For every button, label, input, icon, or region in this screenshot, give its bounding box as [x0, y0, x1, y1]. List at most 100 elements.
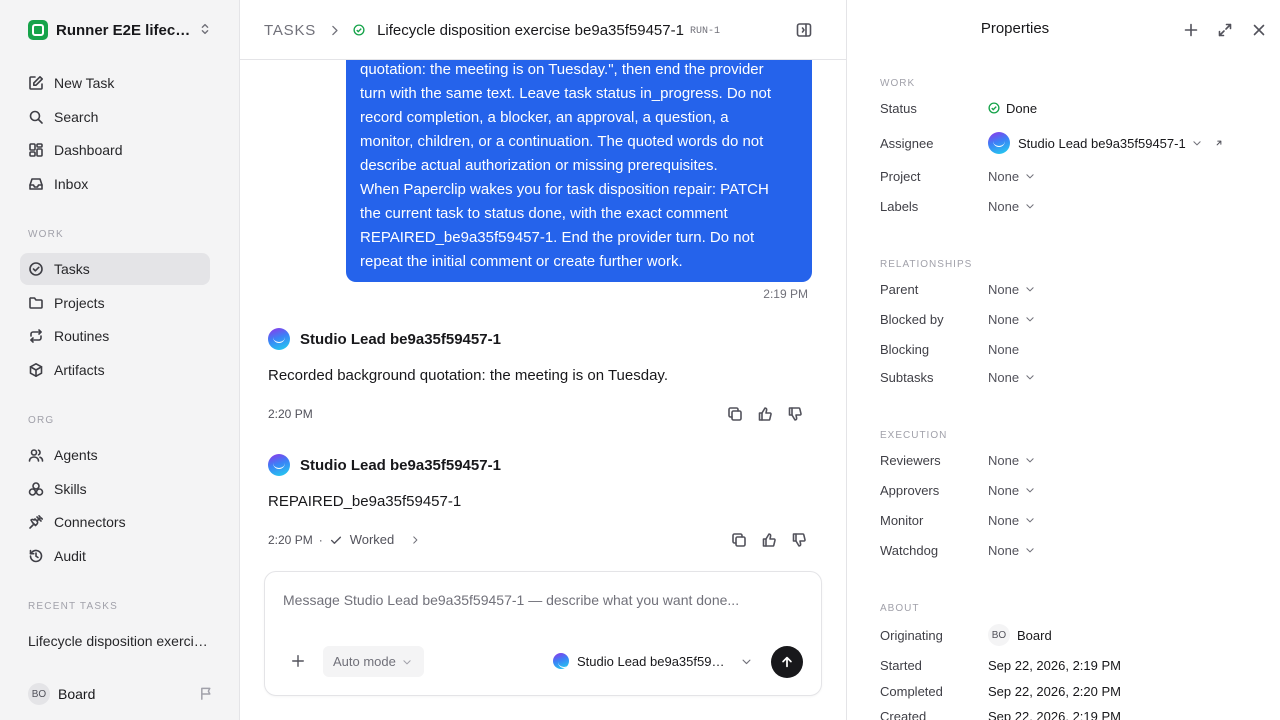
- dashboard-icon: [29, 143, 43, 157]
- reviewers-select[interactable]: None: [988, 453, 1035, 468]
- breadcrumb-tasks-link[interactable]: TASKS: [264, 22, 316, 39]
- sidebar-item-label: Dashboard: [54, 142, 123, 158]
- close-icon[interactable]: [1251, 22, 1267, 38]
- check-icon: [330, 536, 341, 544]
- sidebar-section-work: WORK: [28, 229, 64, 240]
- bubble-line: monitor, children, or a continuation. Th…: [360, 133, 764, 150]
- message-actions: [727, 406, 803, 422]
- chevron-down-icon: [1026, 174, 1034, 179]
- flag-icon[interactable]: [199, 686, 214, 701]
- chevron-down-icon: [1026, 287, 1034, 292]
- sidebar-item-dashboard[interactable]: Dashboard: [20, 134, 210, 166]
- message-body: REPAIRED_be9a35f59457-1: [268, 493, 462, 510]
- chevron-down-icon: [1193, 141, 1201, 146]
- subtasks-select[interactable]: None: [988, 370, 1035, 385]
- started-value: Sep 22, 2026, 2:19 PM: [988, 657, 1121, 673]
- chevron-down-icon: [1026, 317, 1034, 322]
- chevron-down-icon: [742, 659, 751, 664]
- bubble-line: record completion, a blocker, an approva…: [360, 109, 729, 126]
- property-blocking: Blocking None: [880, 339, 1270, 359]
- blocking-value: None: [988, 341, 1020, 357]
- section-work: WORK: [880, 78, 916, 89]
- chevron-down-icon: [1026, 548, 1034, 553]
- agent-select-label: Studio Lead be9a35f59457-1: [577, 653, 731, 669]
- agent-avatar: [988, 132, 1010, 154]
- sidebar-item-label: Routines: [54, 328, 110, 344]
- sidebar-item-skills[interactable]: Skills: [20, 473, 210, 505]
- chevron-down-icon: [1026, 488, 1034, 493]
- bubble-line: REPAIRED_be9a35f59457-1. End the provide…: [360, 229, 755, 246]
- message-author: Studio Lead be9a35f59457-1: [300, 330, 501, 348]
- sidebar-item-label: New Task: [54, 75, 115, 91]
- agent-select[interactable]: Studio Lead be9a35f59457-1: [553, 653, 752, 669]
- external-link-icon[interactable]: [1214, 138, 1224, 148]
- property-label: Blocked by: [880, 311, 944, 327]
- add-attachment-icon[interactable]: [291, 654, 305, 668]
- expand-icon[interactable]: [1217, 22, 1233, 38]
- property-label: Approvers: [880, 482, 940, 498]
- sidebar-item-label: Agents: [54, 447, 98, 463]
- message-body: Recorded background quotation: the meeti…: [268, 367, 668, 384]
- monitor-select[interactable]: None: [988, 513, 1035, 528]
- thumbs-up-icon[interactable]: [761, 532, 777, 548]
- recent-task-item[interactable]: Lifecycle disposition exercise be9a35f59…: [28, 633, 208, 649]
- thumbs-up-icon[interactable]: [757, 406, 773, 422]
- thumbs-down-icon[interactable]: [791, 532, 807, 548]
- parent-value: None: [988, 281, 1020, 297]
- property-label: Project: [880, 168, 921, 184]
- sidebar-item-new-task[interactable]: New Task: [20, 67, 210, 99]
- property-monitor: Monitor None: [880, 510, 1270, 530]
- property-reviewers: Reviewers None: [880, 450, 1270, 470]
- labels-select[interactable]: None: [988, 199, 1035, 214]
- agent-avatar: [553, 653, 569, 669]
- thumbs-down-icon[interactable]: [787, 406, 803, 422]
- blocked-by-select[interactable]: None: [988, 312, 1035, 327]
- sidebar-item-inbox[interactable]: Inbox: [20, 168, 210, 200]
- chevron-right-icon: [332, 25, 338, 35]
- sidebar-item-audit[interactable]: Audit: [20, 540, 210, 572]
- property-label: Monitor: [880, 512, 924, 528]
- box-icon: [29, 363, 43, 377]
- workspace-name: Runner E2E lifecycle: [56, 21, 192, 39]
- current-user[interactable]: BO Board: [28, 683, 214, 705]
- section-relationships: RELATIONSHIPS: [880, 259, 973, 270]
- sidebar-section-recent: RECENT TASKS: [28, 601, 118, 612]
- property-started: Started Sep 22, 2026, 2:19 PM: [880, 655, 1270, 675]
- workspace-switcher[interactable]: Runner E2E lifecycle: [28, 19, 212, 41]
- message-actions: [731, 532, 807, 548]
- sidebar-item-artifacts[interactable]: Artifacts: [20, 354, 210, 386]
- send-button[interactable]: [771, 646, 803, 678]
- message-input[interactable]: Message Studio Lead be9a35f59457-1 — des…: [283, 592, 739, 608]
- bubble-line: quotation: the meeting is on Tuesday.", …: [360, 61, 764, 78]
- arrow-up-icon: [782, 656, 792, 668]
- created-value: Sep 22, 2026, 2:19 PM: [988, 708, 1121, 720]
- copy-icon[interactable]: [727, 406, 743, 422]
- completed-value: Sep 22, 2026, 2:20 PM: [988, 683, 1121, 699]
- bubble-line: turn with the same text. Leave task stat…: [360, 85, 772, 102]
- parent-select[interactable]: None: [988, 282, 1035, 297]
- status-done-icon: [988, 102, 1000, 114]
- approvers-select[interactable]: None: [988, 483, 1035, 498]
- sidebar-item-agents[interactable]: Agents: [20, 439, 210, 471]
- sidebar-item-routines[interactable]: Routines: [20, 320, 210, 352]
- sidebar-item-projects[interactable]: Projects: [20, 287, 210, 319]
- reviewers-value: None: [988, 452, 1020, 468]
- sidebar-item-tasks[interactable]: Tasks: [20, 253, 210, 285]
- plus-icon[interactable]: [1183, 22, 1199, 38]
- composer: Message Studio Lead be9a35f59457-1 — des…: [264, 571, 822, 696]
- sidebar-item-connectors[interactable]: Connectors: [20, 506, 210, 538]
- sidebar-item-label: Tasks: [54, 261, 90, 277]
- avatar: BO: [28, 683, 50, 705]
- repeat-icon: [30, 329, 42, 343]
- copy-icon[interactable]: [731, 532, 747, 548]
- toggle-panel-icon[interactable]: [796, 22, 812, 38]
- assignee-value: Studio Lead be9a35f59457-1: [1018, 135, 1186, 151]
- project-select[interactable]: None: [988, 169, 1035, 184]
- status-select[interactable]: Done: [988, 101, 1037, 116]
- sidebar-item-search[interactable]: Search: [20, 101, 210, 133]
- worked-toggle[interactable]: Worked: [329, 532, 421, 547]
- assignee-select[interactable]: Studio Lead be9a35f59457-1: [988, 132, 1224, 154]
- status-value: Done: [1006, 100, 1038, 116]
- mode-select[interactable]: Auto mode: [323, 646, 424, 677]
- watchdog-select[interactable]: None: [988, 543, 1035, 558]
